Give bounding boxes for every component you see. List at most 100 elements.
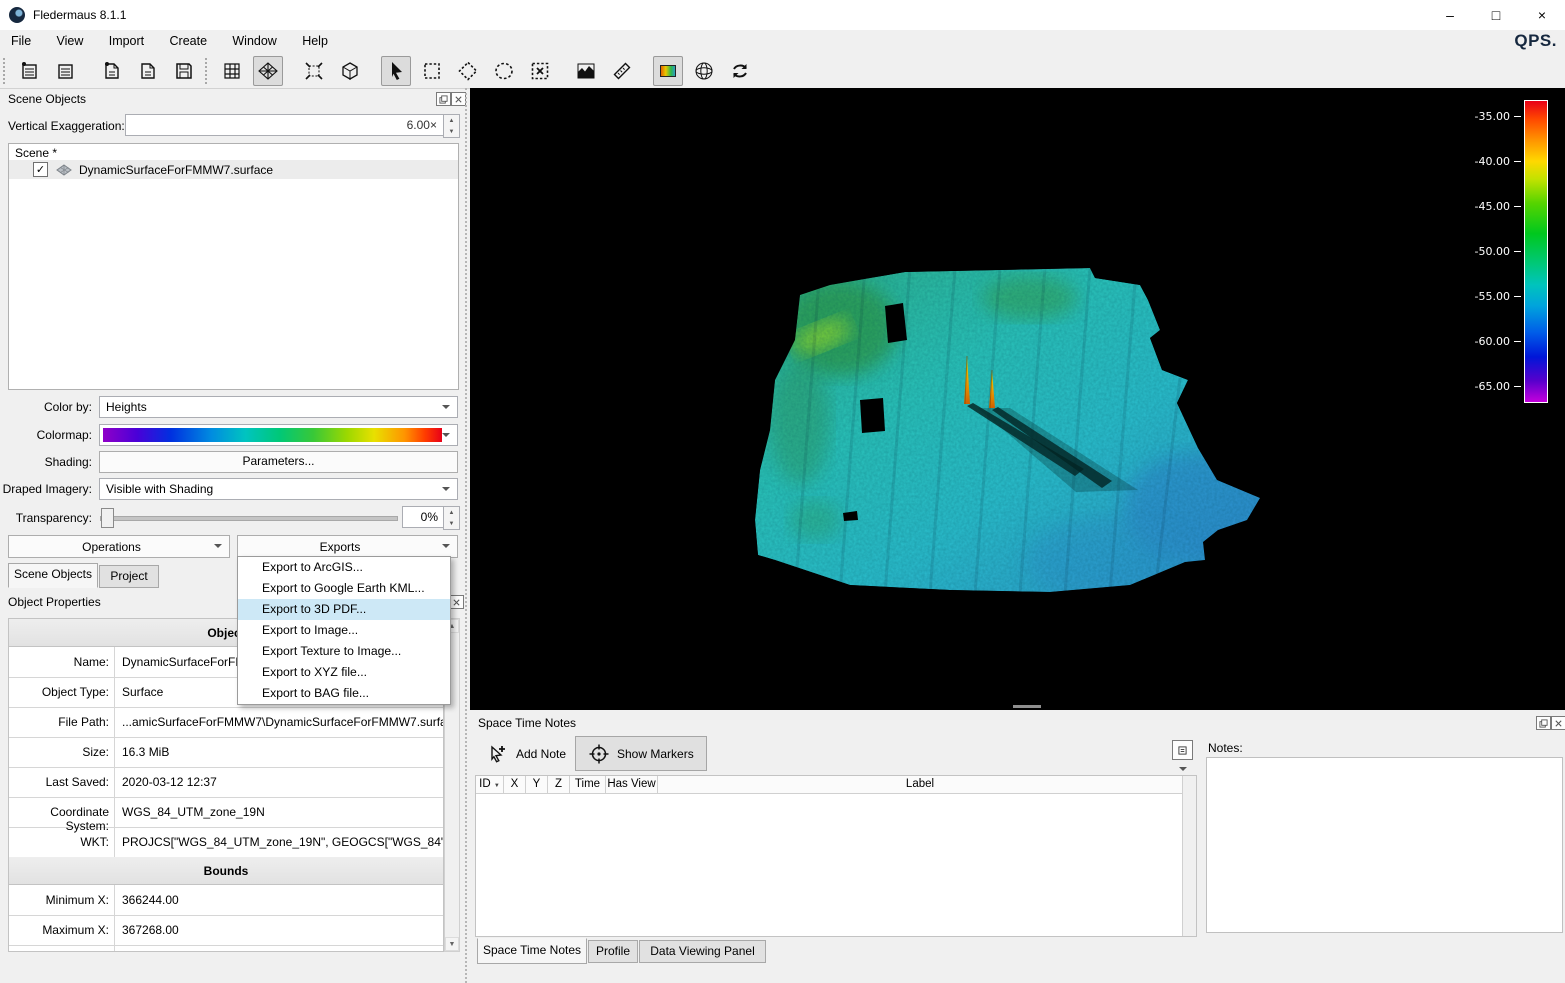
vertical-exaggeration-stepper[interactable]: ▲▼ [443, 114, 460, 138]
show-markers-button[interactable]: Show Markers [575, 736, 707, 771]
maximize-button[interactable]: □ [1473, 0, 1519, 30]
menu-item-export-arcgis[interactable]: Export to ArcGIS... [238, 557, 450, 578]
close-properties-icon[interactable] [449, 595, 464, 609]
scene-3d-viewport[interactable]: -35.00 -40.00 -45.00 -50.00 -55.00 -60.0… [470, 88, 1565, 710]
tab-scene-objects[interactable]: Scene Objects [8, 563, 98, 588]
property-value: WGS_84_UTM_zone_19N [115, 797, 443, 827]
rectangle-select-icon[interactable] [417, 56, 447, 86]
menu-item-export-3d-pdf[interactable]: Export to 3D PDF... [238, 599, 450, 620]
notes-table[interactable]: ID ▼ X Y Z Time Has View Label [475, 775, 1197, 937]
viewport-splitter-handle[interactable] [1013, 705, 1041, 708]
column-header-label[interactable]: Label [658, 776, 1182, 793]
add-note-button[interactable]: Add Note [476, 737, 577, 771]
notes-table-scrollbar[interactable] [1182, 776, 1196, 936]
menu-help[interactable]: Help [291, 30, 339, 52]
vertical-exaggeration-field[interactable] [125, 114, 444, 136]
bounding-cube-icon[interactable] [689, 56, 719, 86]
menu-file[interactable]: File [0, 30, 42, 52]
toolbar-grip[interactable] [3, 58, 9, 84]
visibility-checkbox[interactable]: ✓ [33, 162, 48, 177]
menu-item-export-texture[interactable]: Export Texture to Image... [238, 641, 450, 662]
open-data-file-icon[interactable] [133, 56, 163, 86]
vertical-exaggeration-input[interactable] [126, 115, 443, 135]
tab-profile[interactable]: Profile [588, 940, 638, 963]
transparency-slider-handle[interactable] [101, 508, 114, 528]
menu-create[interactable]: Create [159, 30, 219, 52]
notes-textarea-box[interactable] [1206, 757, 1563, 933]
column-header-x[interactable]: X [504, 776, 526, 793]
transparency-input[interactable] [403, 507, 443, 527]
scene-tree-root[interactable]: Scene * [9, 144, 458, 160]
tab-data-viewing-panel[interactable]: Data Viewing Panel [639, 940, 766, 963]
column-header-z[interactable]: Z [548, 776, 570, 793]
polygon-select-icon[interactable] [453, 56, 483, 86]
scene-panel-title: Scene Objects [8, 92, 86, 106]
notes-textarea[interactable] [1207, 758, 1562, 932]
menu-view[interactable]: View [46, 30, 95, 52]
column-header-y[interactable]: Y [526, 776, 548, 793]
property-value: 367268.00 [115, 915, 443, 945]
chevron-down-icon[interactable] [1179, 767, 1187, 775]
toolbar-grip[interactable] [205, 58, 211, 84]
transparency-field[interactable] [402, 506, 444, 528]
color-scale-tick [1514, 251, 1521, 252]
exports-button[interactable]: Exports [237, 535, 458, 558]
menu-item-export-image[interactable]: Export to Image... [238, 620, 450, 641]
menu-window[interactable]: Window [221, 30, 287, 52]
property-label: Minimum X: [9, 885, 115, 915]
app-icon [9, 7, 25, 23]
measure-icon[interactable] [607, 56, 637, 86]
select-cursor-icon[interactable] [381, 56, 411, 86]
minimize-button[interactable]: – [1427, 0, 1473, 30]
menu-import[interactable]: Import [98, 30, 155, 52]
grid-view-icon[interactable] [217, 56, 247, 86]
exports-button-label: Exports [238, 540, 442, 554]
surface-view-icon[interactable] [253, 56, 283, 86]
column-header-time[interactable]: Time [570, 776, 606, 793]
color-scale-tick [1514, 116, 1521, 117]
open-scene-icon[interactable] [51, 56, 81, 86]
property-row: Last Saved: 2020-03-12 12:37 [9, 767, 443, 798]
reset-view-icon[interactable] [335, 56, 365, 86]
tab-project[interactable]: Project [99, 565, 159, 588]
property-label: WKT: [9, 827, 115, 857]
scene-tree-item[interactable]: ✓ DynamicSurfaceForFMMW7.surface [9, 160, 458, 179]
shading-parameters-button[interactable]: Parameters... [99, 451, 458, 473]
notes-label: Notes: [1208, 741, 1243, 755]
menu-item-export-xyz[interactable]: Export to XYZ file... [238, 662, 450, 683]
show-markers-icon [588, 743, 610, 765]
color-scale-tick [1514, 296, 1521, 297]
column-header-id[interactable]: ID ▼ [476, 776, 504, 793]
colormap-editor-icon[interactable] [653, 56, 683, 86]
menu-item-export-kml[interactable]: Export to Google Earth KML... [238, 578, 450, 599]
clear-selection-icon[interactable] [525, 56, 555, 86]
draped-imagery-dropdown[interactable]: Visible with Shading [99, 478, 458, 500]
notes-table-body[interactable] [476, 793, 1182, 936]
import-scene-object-icon[interactable] [15, 56, 45, 86]
property-label: Name: [9, 647, 115, 677]
transparency-stepper[interactable]: ▲▼ [443, 506, 460, 530]
tab-space-time-notes[interactable]: Space Time Notes [477, 938, 587, 964]
close-panel-icon[interactable] [451, 92, 466, 106]
float-panel-icon[interactable] [1536, 716, 1551, 730]
chevron-down-icon [442, 405, 450, 413]
refresh-view-icon[interactable] [725, 56, 755, 86]
colormap-dropdown[interactable] [99, 424, 458, 446]
zoom-to-extents-icon[interactable] [299, 56, 329, 86]
property-row: Coordinate System: WGS_84_UTM_zone_19N [9, 797, 443, 828]
import-data-file-icon[interactable] [97, 56, 127, 86]
notes-list-icon[interactable] [1172, 740, 1193, 760]
menu-item-export-bag[interactable]: Export to BAG file... [238, 683, 450, 704]
lasso-select-icon[interactable] [489, 56, 519, 86]
scroll-down-icon[interactable]: ▼ [445, 937, 459, 951]
save-scene-icon[interactable] [169, 56, 199, 86]
operations-button[interactable]: Operations [8, 535, 230, 558]
color-by-dropdown[interactable]: Heights [99, 396, 458, 418]
color-scale-tick [1514, 161, 1521, 162]
transparency-slider-track[interactable] [100, 516, 398, 521]
column-header-hasview[interactable]: Has View [606, 776, 658, 793]
close-panel-icon[interactable] [1551, 716, 1565, 730]
close-button[interactable]: × [1519, 0, 1565, 30]
histogram-icon[interactable] [571, 56, 601, 86]
float-panel-icon[interactable] [436, 92, 451, 106]
